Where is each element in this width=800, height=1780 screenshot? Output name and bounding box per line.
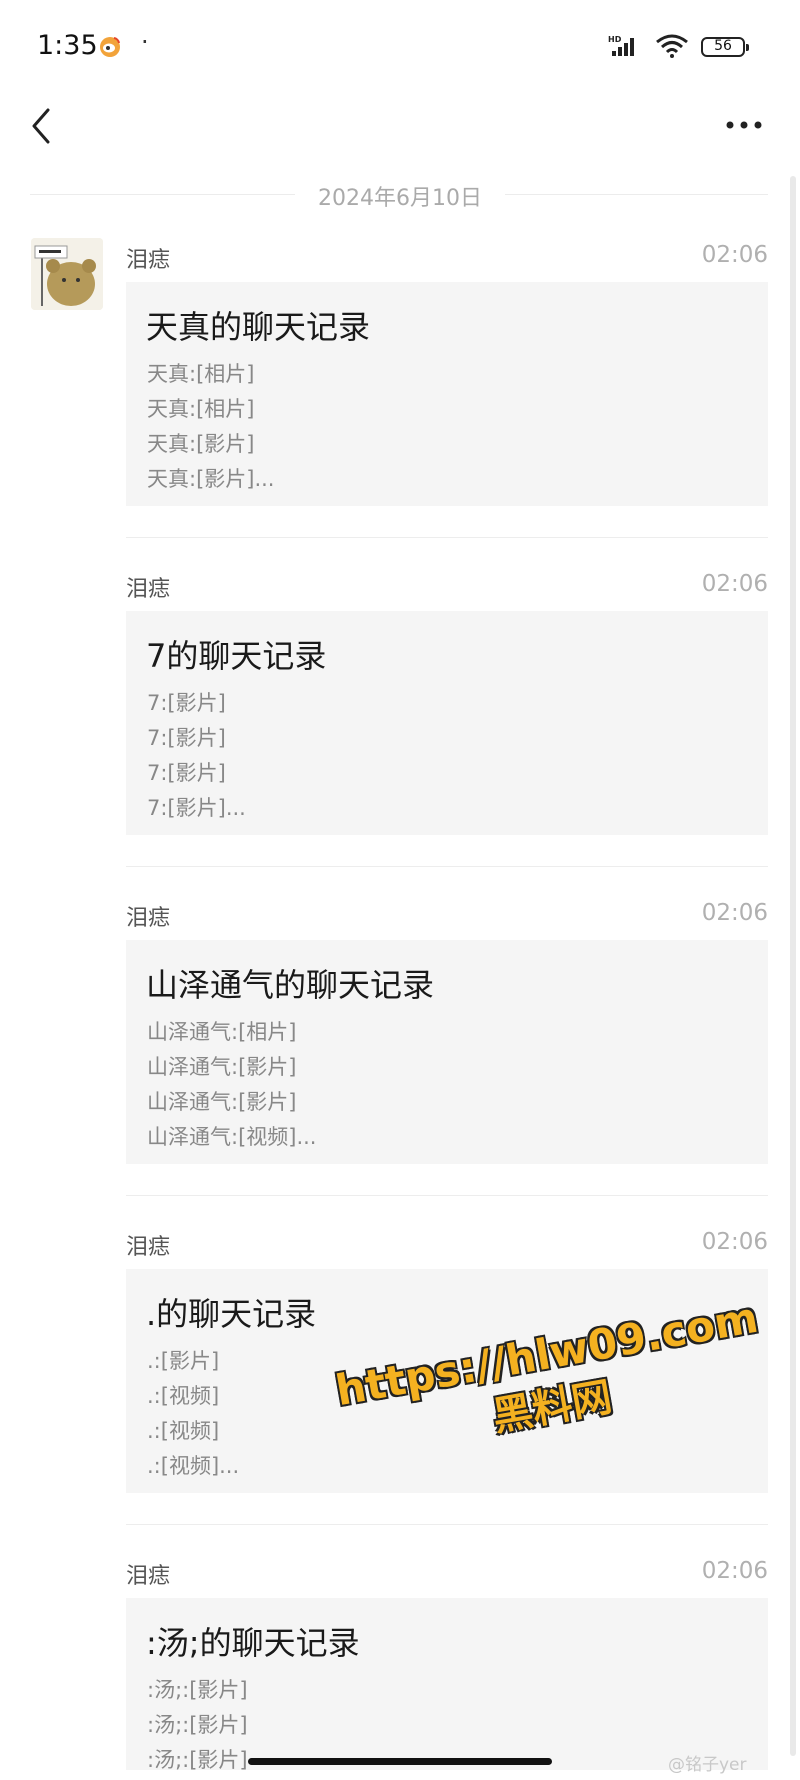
chat-record-title: 天真的聊天记录	[146, 308, 371, 346]
signal-icon: HD	[608, 35, 634, 56]
preview-line: 7:[影片]	[147, 726, 226, 750]
chat-record-title: 7的聊天记录	[146, 637, 327, 675]
preview-line: .:[视频]	[147, 1384, 220, 1408]
divider	[126, 537, 768, 538]
preview-line: :汤;:[影片]	[147, 1678, 248, 1702]
preview-line: 7:[影片]...	[147, 796, 246, 820]
chat-record-card[interactable]: 天真的聊天记录 天真:[相片] 天真:[相片] 天真:[影片] 天真:[影片].…	[126, 282, 768, 506]
chat-record-preview: 天真:[相片] 天真:[相片] 天真:[影片] 天真:[影片]...	[147, 357, 275, 497]
corner-watermark: @铭子yer	[668, 1755, 747, 1775]
sender-name: 泪痣	[126, 1564, 171, 1589]
date-divider-right	[505, 194, 768, 195]
svg-text:HD: HD	[608, 35, 622, 44]
chat-record-title: :汤;的聊天记录	[146, 1624, 360, 1662]
chat-record-title: .的聊天记录	[146, 1295, 317, 1333]
status-time: 1:35	[37, 30, 98, 61]
preview-line: 天真:[影片]...	[147, 467, 275, 491]
scrollbar[interactable]	[790, 176, 796, 1756]
wifi-icon	[656, 34, 688, 58]
sender-name: 泪痣	[126, 577, 171, 602]
preview-line: .:[影片]	[147, 1349, 220, 1373]
divider	[126, 1524, 768, 1525]
preview-line: :汤;:[影片]	[147, 1713, 248, 1737]
sender-name: 泪痣	[126, 1235, 171, 1260]
preview-line: .:[视频]...	[147, 1454, 240, 1478]
home-indicator[interactable]	[248, 1758, 552, 1765]
message-time: 02:06	[701, 900, 768, 926]
chat-record-preview: .:[影片] .:[视频] .:[视频] .:[视频]...	[147, 1344, 239, 1484]
more-icon[interactable]	[724, 116, 764, 134]
preview-line: 天真:[影片]	[147, 432, 255, 456]
divider	[126, 1195, 768, 1196]
preview-line: 7:[影片]	[147, 761, 226, 785]
message-time: 02:06	[701, 1558, 768, 1584]
preview-line: 山泽通气:[相片]	[147, 1020, 297, 1044]
preview-line: 山泽通气:[视频]...	[147, 1125, 317, 1149]
status-bar: 1:35 · HD 56	[0, 0, 800, 96]
chat-record-preview: 山泽通气:[相片] 山泽通气:[影片] 山泽通气:[影片] 山泽通气:[视频].…	[147, 1015, 317, 1155]
date-divider-left	[30, 194, 295, 195]
date-separator: 2024年6月10日	[318, 186, 482, 211]
message-time: 02:06	[701, 242, 768, 268]
preview-line: 天真:[相片]	[147, 362, 255, 386]
status-dot: ·	[141, 28, 149, 56]
back-chevron-icon[interactable]	[26, 104, 58, 148]
preview-line: 天真:[相片]	[147, 397, 255, 421]
preview-line: 山泽通气:[影片]	[147, 1055, 297, 1079]
avatar-bear-icon	[31, 238, 103, 310]
battery-icon: 56	[701, 37, 749, 57]
sender-name: 泪痣	[126, 906, 171, 931]
chat-record-preview: :汤;:[影片] :汤;:[影片] :汤;:[影片]	[147, 1673, 248, 1770]
chat-record-card[interactable]: 山泽通气的聊天记录 山泽通气:[相片] 山泽通气:[影片] 山泽通气:[影片] …	[126, 940, 768, 1164]
preview-line: :汤;:[影片]	[147, 1748, 248, 1770]
chat-record-preview: 7:[影片] 7:[影片] 7:[影片] 7:[影片]...	[147, 686, 246, 826]
preview-line: 山泽通气:[影片]	[147, 1090, 297, 1114]
message-time: 02:06	[701, 1229, 768, 1255]
weibo-icon	[100, 37, 120, 57]
sender-name: 泪痣	[126, 248, 171, 273]
message-time: 02:06	[701, 571, 768, 597]
chat-record-card[interactable]: :汤;的聊天记录 :汤;:[影片] :汤;:[影片] :汤;:[影片]	[126, 1598, 768, 1770]
avatar[interactable]	[31, 238, 103, 310]
chat-record-title: 山泽通气的聊天记录	[146, 966, 435, 1004]
preview-line: 7:[影片]	[147, 691, 226, 715]
preview-line: .:[视频]	[147, 1419, 220, 1443]
divider	[126, 866, 768, 867]
chat-record-card[interactable]: 7的聊天记录 7:[影片] 7:[影片] 7:[影片] 7:[影片]...	[126, 611, 768, 835]
battery-level: 56	[714, 38, 732, 54]
